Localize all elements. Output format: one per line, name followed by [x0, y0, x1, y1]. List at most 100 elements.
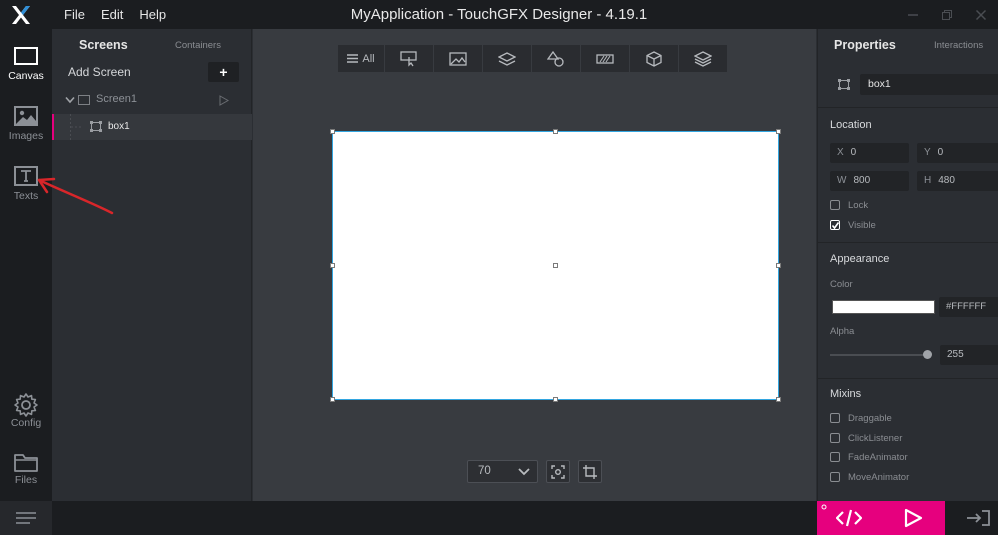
alpha-input[interactable]: 255	[940, 345, 998, 365]
divider	[818, 378, 998, 379]
y-input[interactable]: Y0	[917, 143, 998, 163]
tab-interactions[interactable]: Interactions	[934, 40, 983, 51]
toolbar-stack-button[interactable]	[679, 45, 728, 72]
color-hex-input[interactable]: #FFFFFF	[939, 297, 998, 317]
restore-icon	[942, 9, 952, 20]
h-value: 480	[938, 175, 955, 186]
chevron-down-icon[interactable]	[65, 96, 75, 104]
toolbar-containers-button[interactable]	[483, 45, 532, 72]
run-simulator-button[interactable]	[881, 501, 945, 535]
image-icon	[449, 51, 467, 66]
canvas-area: All 70	[253, 29, 816, 501]
tree-item-screen1[interactable]: Screen1	[52, 91, 252, 111]
zoom-select[interactable]: 70	[467, 460, 538, 483]
toolbar-3d-button[interactable]	[630, 45, 679, 72]
resize-handle-left[interactable]	[330, 263, 335, 268]
clicklistener-label: ClickListener	[848, 433, 903, 444]
minimize-icon	[908, 13, 918, 16]
design-canvas-box1[interactable]	[330, 129, 781, 402]
image-icon	[14, 106, 38, 126]
resize-handle-top-right[interactable]	[776, 129, 781, 134]
window-controls	[896, 0, 998, 29]
resize-handle-right[interactable]	[776, 263, 781, 268]
maximize-button[interactable]	[930, 0, 964, 29]
crop-button[interactable]	[578, 460, 602, 483]
tree-connector	[70, 114, 82, 140]
toolbar-progress-button[interactable]	[581, 45, 630, 72]
nav-canvas[interactable]: Canvas	[0, 33, 52, 89]
close-button[interactable]	[964, 0, 998, 29]
bottom-bar	[0, 501, 998, 535]
visible-label: Visible	[848, 220, 876, 231]
shapes-icon	[547, 50, 564, 67]
folder-icon	[14, 454, 38, 472]
nav-images[interactable]: Images	[0, 93, 52, 149]
3d-cube-icon	[646, 50, 662, 67]
sign-in-icon	[967, 510, 990, 526]
alpha-label: Alpha	[830, 326, 855, 337]
toolbar-all-button[interactable]: All	[338, 45, 385, 72]
nav-files-label: Files	[14, 474, 38, 486]
width-input[interactable]: W 800	[830, 171, 909, 191]
clicklistener-checkbox[interactable]	[830, 433, 840, 443]
exit-button[interactable]	[958, 501, 998, 535]
generate-code-button[interactable]	[817, 501, 881, 535]
tree-item-box1[interactable]: box1	[52, 114, 252, 140]
screens-tabs: Screens Containers	[52, 29, 252, 59]
touchgfx-designer-window: File Edit Help MyApplication - TouchGFX …	[0, 0, 998, 535]
center-handle[interactable]	[553, 263, 558, 268]
tab-containers[interactable]: Containers	[175, 40, 221, 51]
menu-help[interactable]: Help	[131, 0, 174, 29]
resize-handle-top-left[interactable]	[330, 129, 335, 134]
annotation-arrow	[37, 177, 114, 215]
touchgfx-logo	[12, 6, 30, 24]
widget-name-input[interactable]: box1	[860, 74, 998, 95]
resize-handle-bottom-right[interactable]	[776, 397, 781, 402]
box-icon	[90, 121, 102, 132]
divider	[818, 242, 998, 243]
moveanimator-checkbox[interactable]	[830, 472, 840, 482]
y-value: 0	[937, 147, 944, 158]
interaction-icon	[400, 50, 417, 67]
minimize-button[interactable]	[896, 0, 930, 29]
close-icon	[975, 9, 987, 20]
play-icon[interactable]	[219, 95, 229, 106]
toolbar-shapes-button[interactable]	[532, 45, 581, 72]
w-value: 800	[853, 175, 871, 186]
menu-file[interactable]: File	[56, 0, 93, 29]
fit-to-screen-button[interactable]	[546, 460, 570, 483]
alpha-slider-track[interactable]	[830, 354, 928, 356]
generate-run-group	[817, 501, 945, 535]
nav-config[interactable]: Config	[0, 382, 52, 438]
resize-handle-bottom-left[interactable]	[330, 397, 335, 402]
h-label: H	[924, 175, 932, 186]
nav-canvas-label: Canvas	[8, 70, 44, 82]
menu-lines-icon	[16, 512, 36, 524]
height-input[interactable]: H 480	[917, 171, 998, 191]
draggable-checkbox[interactable]	[830, 413, 840, 423]
alpha-slider-thumb[interactable]	[923, 350, 932, 359]
menu-edit[interactable]: Edit	[93, 0, 131, 29]
box-icon	[838, 79, 850, 90]
color-swatch[interactable]	[832, 300, 935, 314]
nav-files[interactable]: Files	[0, 439, 52, 495]
nav-config-label: Config	[10, 417, 42, 429]
add-screen-button[interactable]: +	[208, 62, 239, 82]
resize-handle-top[interactable]	[553, 129, 558, 134]
visible-checkbox[interactable]	[830, 220, 840, 230]
screens-panel: Screens Containers Add Screen + Screen1 …	[52, 29, 252, 501]
resize-handle-bottom[interactable]	[553, 397, 558, 402]
color-label: Color	[830, 279, 853, 290]
toolbar-image-button[interactable]	[434, 45, 483, 72]
x-input[interactable]: X0	[830, 143, 909, 163]
tab-screens[interactable]: Screens	[79, 38, 128, 52]
tab-properties[interactable]: Properties	[834, 38, 896, 52]
zoom-value: 70	[478, 465, 491, 477]
log-button[interactable]	[0, 501, 52, 535]
status-dot-icon	[821, 504, 827, 510]
fadeanimator-checkbox[interactable]	[830, 452, 840, 462]
gear-icon	[14, 393, 38, 417]
stack-icon	[694, 50, 712, 67]
toolbar-interaction-button[interactable]	[385, 45, 434, 72]
lock-checkbox[interactable]	[830, 200, 840, 210]
